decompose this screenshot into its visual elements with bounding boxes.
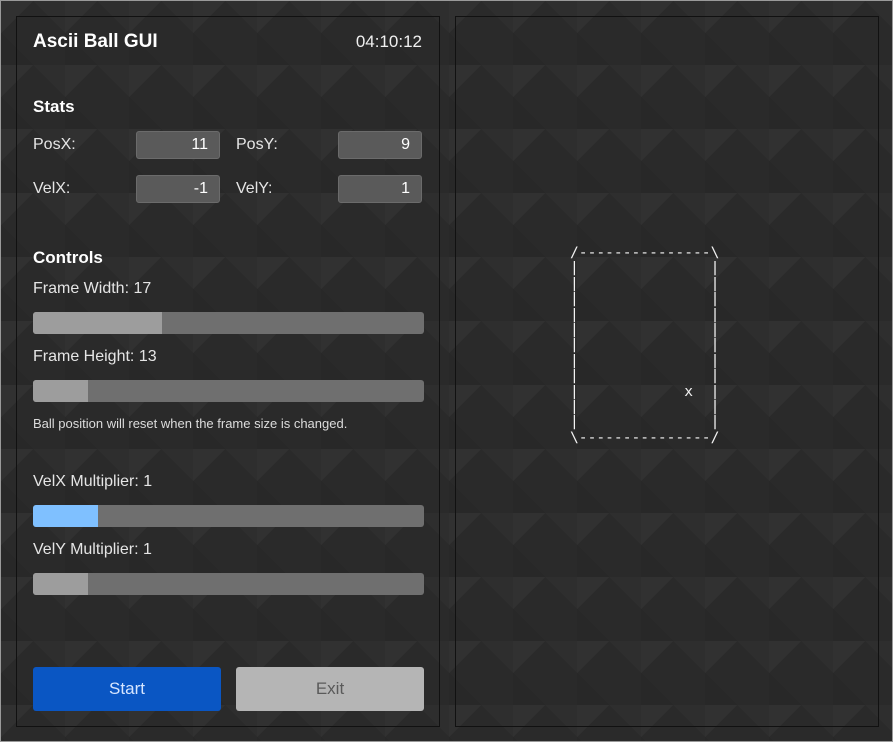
start-button[interactable]: Start — [33, 667, 221, 711]
frame-height-label: Frame Height: 13 — [33, 348, 157, 365]
vely-label: VelY: — [236, 180, 273, 197]
velx-label: VelX: — [33, 180, 71, 197]
clock: 04:10:12 — [355, 32, 422, 51]
vely-multiplier-label: VelY Multiplier: 1 — [33, 541, 152, 558]
velx-multiplier-label: VelX Multiplier: 1 — [33, 473, 153, 490]
frame-width-label: Frame Width: 17 — [33, 280, 152, 297]
velx-multiplier-slider-fill — [33, 505, 98, 527]
control-panel: Ascii Ball GUI 04:10:12 Stats PosX: 11 P… — [16, 16, 440, 727]
frame-reset-note: Ball position will reset when the frame … — [33, 416, 348, 431]
ascii-frame: /---------------\ | | | | | | | | | | | … — [570, 244, 720, 446]
stats-title: Stats — [33, 97, 75, 116]
velx-multiplier-slider[interactable] — [33, 505, 424, 527]
vely-multiplier-slider[interactable] — [33, 573, 424, 595]
ascii-display-panel: /---------------\ | | | | | | | | | | | … — [455, 16, 879, 727]
exit-button[interactable]: Exit — [236, 667, 424, 711]
posy-label: PosY: — [236, 136, 278, 153]
frame-width-slider-fill — [33, 312, 163, 334]
app-window: Ascii Ball GUI 04:10:12 Stats PosX: 11 P… — [0, 0, 893, 742]
posy-field[interactable]: 9 — [338, 131, 422, 159]
velx-field[interactable]: -1 — [136, 175, 220, 203]
frame-height-slider[interactable] — [33, 380, 424, 402]
app-title: Ascii Ball GUI — [33, 31, 158, 52]
posx-field[interactable]: 11 — [136, 131, 220, 159]
controls-title: Controls — [33, 248, 103, 267]
posx-label: PosX: — [33, 136, 76, 153]
frame-width-slider[interactable] — [33, 312, 424, 334]
vely-field[interactable]: 1 — [338, 175, 422, 203]
vely-multiplier-slider-fill — [33, 573, 88, 595]
frame-height-slider-fill — [33, 380, 88, 402]
